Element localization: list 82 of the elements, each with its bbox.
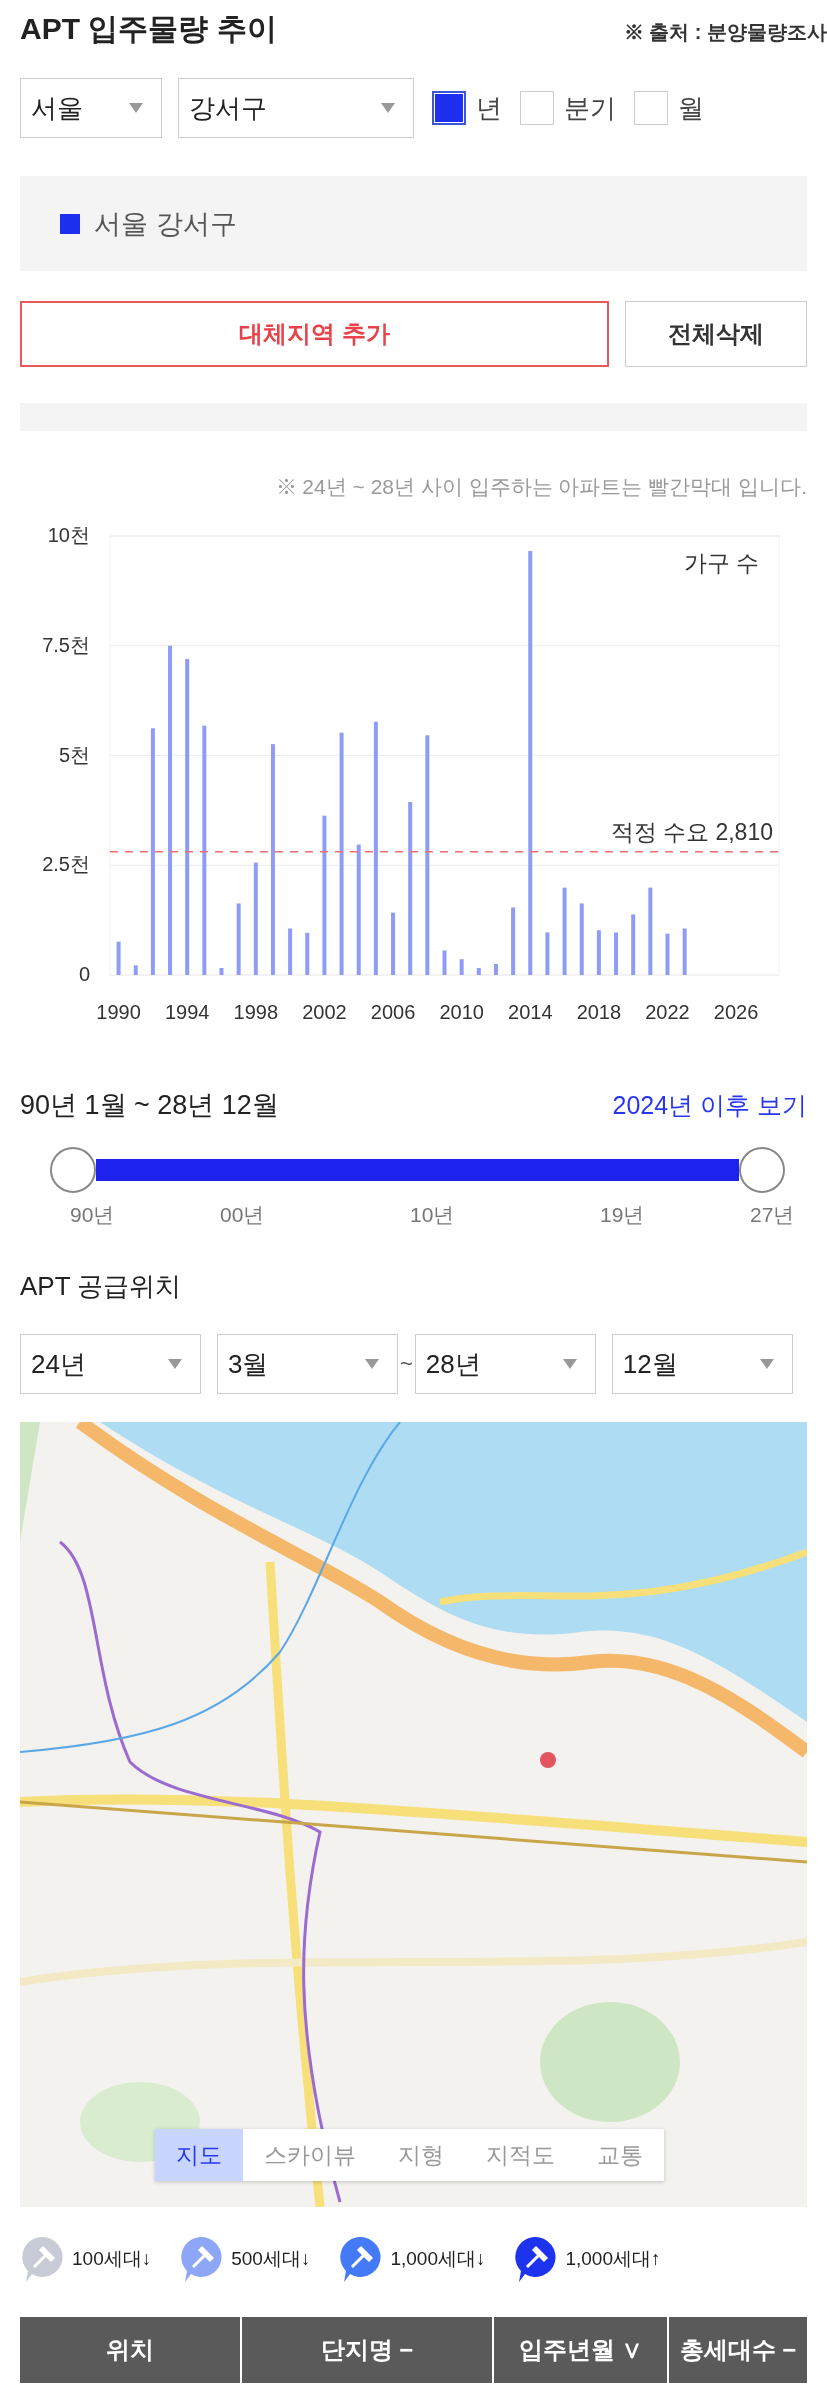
bar: [116, 941, 121, 975]
bar: [631, 914, 636, 975]
legend-label: 100세대↓: [72, 2247, 152, 2271]
checkbox-label: 월: [678, 91, 704, 125]
caret-icon: [129, 103, 143, 113]
x-axis-label: 1990: [96, 1001, 141, 1023]
slider-tick-label: 10년: [410, 1202, 456, 1228]
checkbox[interactable]: [432, 91, 466, 125]
bar: [665, 933, 670, 975]
bar: [288, 928, 293, 975]
column-header[interactable]: 총세대수 −: [667, 2317, 807, 2383]
slider-tick-label: 00년: [220, 1202, 266, 1228]
slider-handle[interactable]: [739, 1147, 785, 1193]
chart-note: ※ 24년 ~ 28년 사이 입주하는 아파트는 빨간막대 입니다.: [274, 474, 807, 500]
y-axis-title: 가구 수: [683, 550, 759, 576]
bar: [476, 968, 481, 975]
x-axis-label: 2018: [576, 1001, 622, 1023]
bar: [614, 932, 619, 975]
hammer-pin-icon: [20, 2235, 64, 2283]
hammer-pin-icon: [338, 2235, 383, 2283]
y-axis-label: 0: [78, 963, 90, 985]
x-axis-label: 2002: [302, 1001, 347, 1023]
bar: [493, 964, 498, 975]
region-label: 서울 강서구: [94, 207, 237, 241]
column-header[interactable]: 위치: [20, 2317, 240, 2383]
legend-label: 1,000세대↓: [390, 2247, 486, 2271]
y-axis-label: 5천: [58, 743, 90, 766]
section-title: APT 입주물량 추이: [20, 11, 277, 47]
bar: [442, 950, 447, 975]
bar: [511, 907, 516, 975]
add-region-button[interactable]: 대체지역 추가: [20, 301, 609, 367]
y-axis-label: 2.5천: [42, 853, 90, 876]
map-type-tab[interactable]: 지도: [155, 2129, 243, 2181]
caret-icon: [381, 103, 395, 113]
dropdown[interactable]: 서울: [20, 78, 162, 138]
slider-tick-label: 19년: [600, 1202, 646, 1228]
reference-label: 적정 수요 2,810: [610, 818, 773, 845]
x-axis-label: 2010: [439, 1001, 484, 1023]
caret-icon: [562, 1359, 577, 1369]
y-axis-label: 10천: [47, 524, 90, 546]
x-axis-label: 2006: [370, 1001, 416, 1023]
caret-icon: [365, 1359, 379, 1369]
hammer-pin-icon: [513, 2235, 558, 2283]
bar: [545, 932, 550, 975]
slider-tick-label: 27년: [750, 1202, 796, 1228]
x-axis-label: 2026: [713, 1001, 759, 1023]
source-note: ※ 출처 : 분양물량조사: [623, 20, 827, 45]
x-axis-label: 2014: [508, 1001, 553, 1023]
dropdown[interactable]: 28년: [414, 1334, 596, 1394]
bar: [682, 928, 687, 975]
y-axis-label: 7.5천: [42, 633, 90, 656]
column-header[interactable]: 단지명 −: [240, 2317, 492, 2383]
range-separator: ~: [400, 1351, 413, 1377]
bar: [133, 965, 138, 975]
bar: [596, 930, 601, 975]
checkbox-label: 분기: [564, 91, 616, 125]
dropdown[interactable]: 12월: [611, 1334, 793, 1394]
dropdown[interactable]: 강서구: [178, 78, 414, 138]
x-axis-label: 2022: [645, 1001, 690, 1023]
legend-label: 500세대↓: [231, 2247, 311, 2271]
x-axis-label: 1998: [233, 1001, 279, 1023]
dropdown[interactable]: 24년: [20, 1334, 201, 1394]
column-header[interactable]: 입주년월 ∨: [492, 2317, 667, 2383]
bar: [391, 912, 396, 975]
delete-all-button[interactable]: 전체삭제: [625, 301, 807, 367]
hammer-pin-icon: [179, 2235, 224, 2283]
slider-handle[interactable]: [50, 1147, 96, 1193]
x-axis-label: 1994: [164, 1001, 210, 1023]
bar: [219, 968, 224, 975]
legend-label: 1,000세대↑: [565, 2247, 661, 2271]
checkbox-label: 년: [476, 91, 502, 125]
view-after-2024-link[interactable]: 2024년 이후 보기: [612, 1088, 807, 1122]
section-title: APT 공급위치: [20, 1270, 183, 1303]
bar: [305, 932, 310, 975]
bar: [236, 903, 241, 975]
caret-icon: [759, 1359, 774, 1369]
dropdown[interactable]: 3월: [217, 1334, 398, 1394]
range-label: 90년 1월 ~ 28년 12월: [20, 1089, 279, 1122]
caret-icon: [168, 1359, 182, 1369]
bar: [579, 903, 584, 975]
slider-tick-label: 90년: [70, 1202, 116, 1228]
bar: [459, 959, 464, 975]
